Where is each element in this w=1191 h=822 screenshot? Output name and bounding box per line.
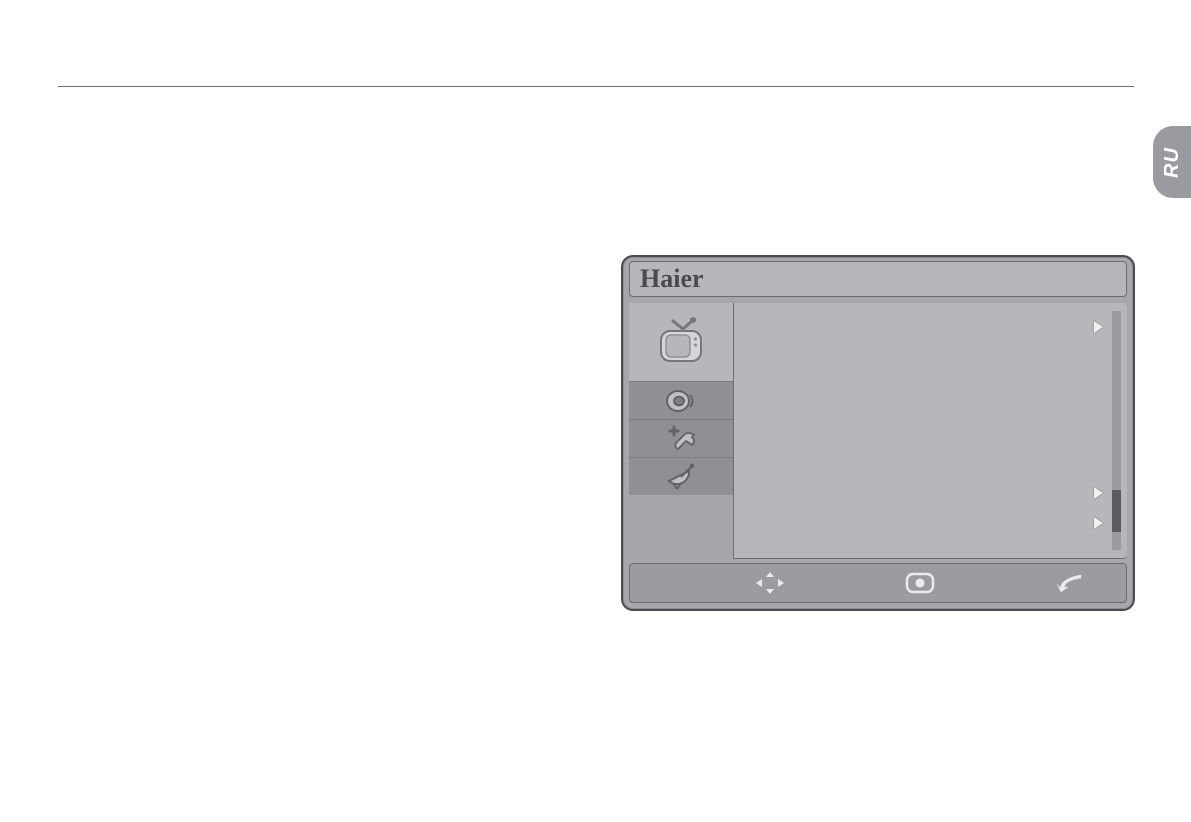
osd-menu-window: Haier	[621, 255, 1135, 611]
tv-icon	[653, 317, 709, 367]
language-tab[interactable]: RU	[1153, 126, 1191, 198]
chevron-right-icon[interactable]	[1094, 517, 1103, 529]
osd-content-panel	[733, 303, 1127, 559]
speaker-icon	[664, 387, 698, 415]
ok-select-icon	[904, 571, 936, 595]
back-arrow-icon	[1054, 572, 1086, 594]
chevron-right-icon[interactable]	[1094, 321, 1103, 333]
sidebar-item-picture[interactable]	[629, 303, 733, 381]
footer-select-hint	[890, 571, 950, 595]
document-page: RU Haier	[0, 0, 1191, 822]
footer-back-hint	[1040, 572, 1100, 594]
satellite-dish-icon	[663, 463, 699, 491]
language-tab-label: RU	[1160, 147, 1183, 178]
osd-sidebar	[629, 303, 733, 559]
osd-footer	[629, 563, 1127, 603]
scrollbar-thumb[interactable]	[1112, 490, 1121, 532]
footer-nav-hint	[740, 569, 800, 597]
horizontal-rule	[58, 86, 1134, 87]
sidebar-item-sound[interactable]	[629, 381, 733, 419]
wrench-plus-icon	[662, 425, 700, 453]
dpad-navigate-icon	[750, 569, 790, 597]
chevron-right-icon[interactable]	[1094, 487, 1103, 499]
osd-brand-label: Haier	[640, 264, 704, 294]
scrollbar[interactable]	[1112, 311, 1121, 550]
osd-body	[629, 303, 1127, 559]
sidebar-item-channel[interactable]	[629, 457, 733, 495]
osd-title-bar: Haier	[629, 261, 1127, 297]
sidebar-item-setup[interactable]	[629, 419, 733, 457]
